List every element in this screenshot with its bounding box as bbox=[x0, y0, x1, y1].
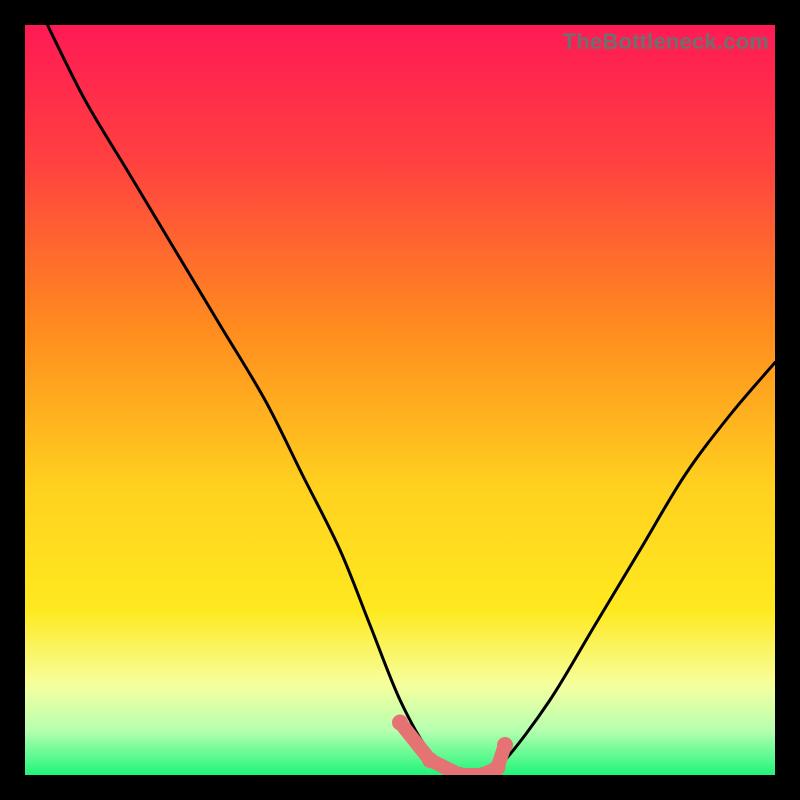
marker-dot bbox=[490, 760, 506, 776]
gradient-background bbox=[25, 25, 775, 775]
chart-frame: TheBottleneck.com bbox=[25, 25, 775, 775]
marker-dot bbox=[392, 715, 408, 731]
marker-dot bbox=[497, 737, 513, 753]
bottleneck-chart bbox=[25, 25, 775, 775]
watermark-text: TheBottleneck.com bbox=[563, 29, 769, 55]
marker-dot bbox=[422, 752, 438, 768]
